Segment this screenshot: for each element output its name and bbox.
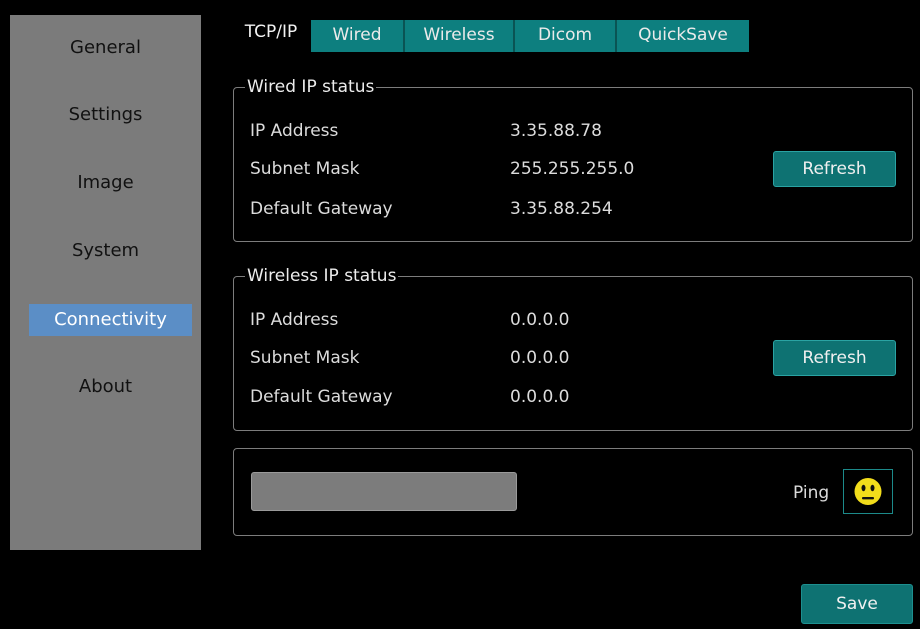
wired-subnet-mask-value: 255.255.255.0 <box>510 159 635 179</box>
wireless-subnet-mask-value: 0.0.0.0 <box>510 348 570 368</box>
sidebar-item-system[interactable]: System <box>10 235 201 267</box>
wireless-ip-status-title: Wireless IP status <box>245 266 399 286</box>
ping-button[interactable] <box>843 469 893 514</box>
wireless-ip-address-label: IP Address <box>250 310 339 330</box>
neutral-face-icon <box>854 478 882 505</box>
settings-sidebar: General Settings Image System Connectivi… <box>10 15 201 550</box>
ping-label: Ping <box>793 483 830 503</box>
wired-ip-address-label: IP Address <box>250 121 339 141</box>
ping-address-input[interactable] <box>251 472 517 511</box>
wired-subnet-mask-label: Subnet Mask <box>250 159 360 179</box>
sidebar-item-connectivity[interactable]: Connectivity <box>29 304 192 336</box>
sidebar-item-general[interactable]: General <box>10 32 201 64</box>
wired-ip-address-value: 3.35.88.78 <box>510 121 602 141</box>
wired-default-gateway-label: Default Gateway <box>250 199 393 219</box>
sidebar-item-settings[interactable]: Settings <box>10 99 201 131</box>
sidebar-item-image[interactable]: Image <box>10 167 201 199</box>
tab-wired[interactable]: Wired <box>311 20 405 52</box>
wireless-default-gateway-label: Default Gateway <box>250 387 393 407</box>
wireless-ip-address-value: 0.0.0.0 <box>510 310 570 330</box>
sidebar-item-about[interactable]: About <box>10 371 201 403</box>
wired-default-gateway-value: 3.35.88.254 <box>510 199 613 219</box>
wired-ip-status-title: Wired IP status <box>245 77 377 97</box>
tab-tcp-ip[interactable]: TCP/IP <box>235 20 307 52</box>
tab-dicom[interactable]: Dicom <box>515 20 617 52</box>
wireless-default-gateway-value: 0.0.0.0 <box>510 387 570 407</box>
tab-quicksave[interactable]: QuickSave <box>617 20 749 52</box>
tab-wireless[interactable]: Wireless <box>405 20 515 52</box>
wired-refresh-button[interactable]: Refresh <box>773 151 896 187</box>
wireless-refresh-button[interactable]: Refresh <box>773 340 896 376</box>
wireless-subnet-mask-label: Subnet Mask <box>250 348 360 368</box>
save-button[interactable]: Save <box>801 584 913 624</box>
